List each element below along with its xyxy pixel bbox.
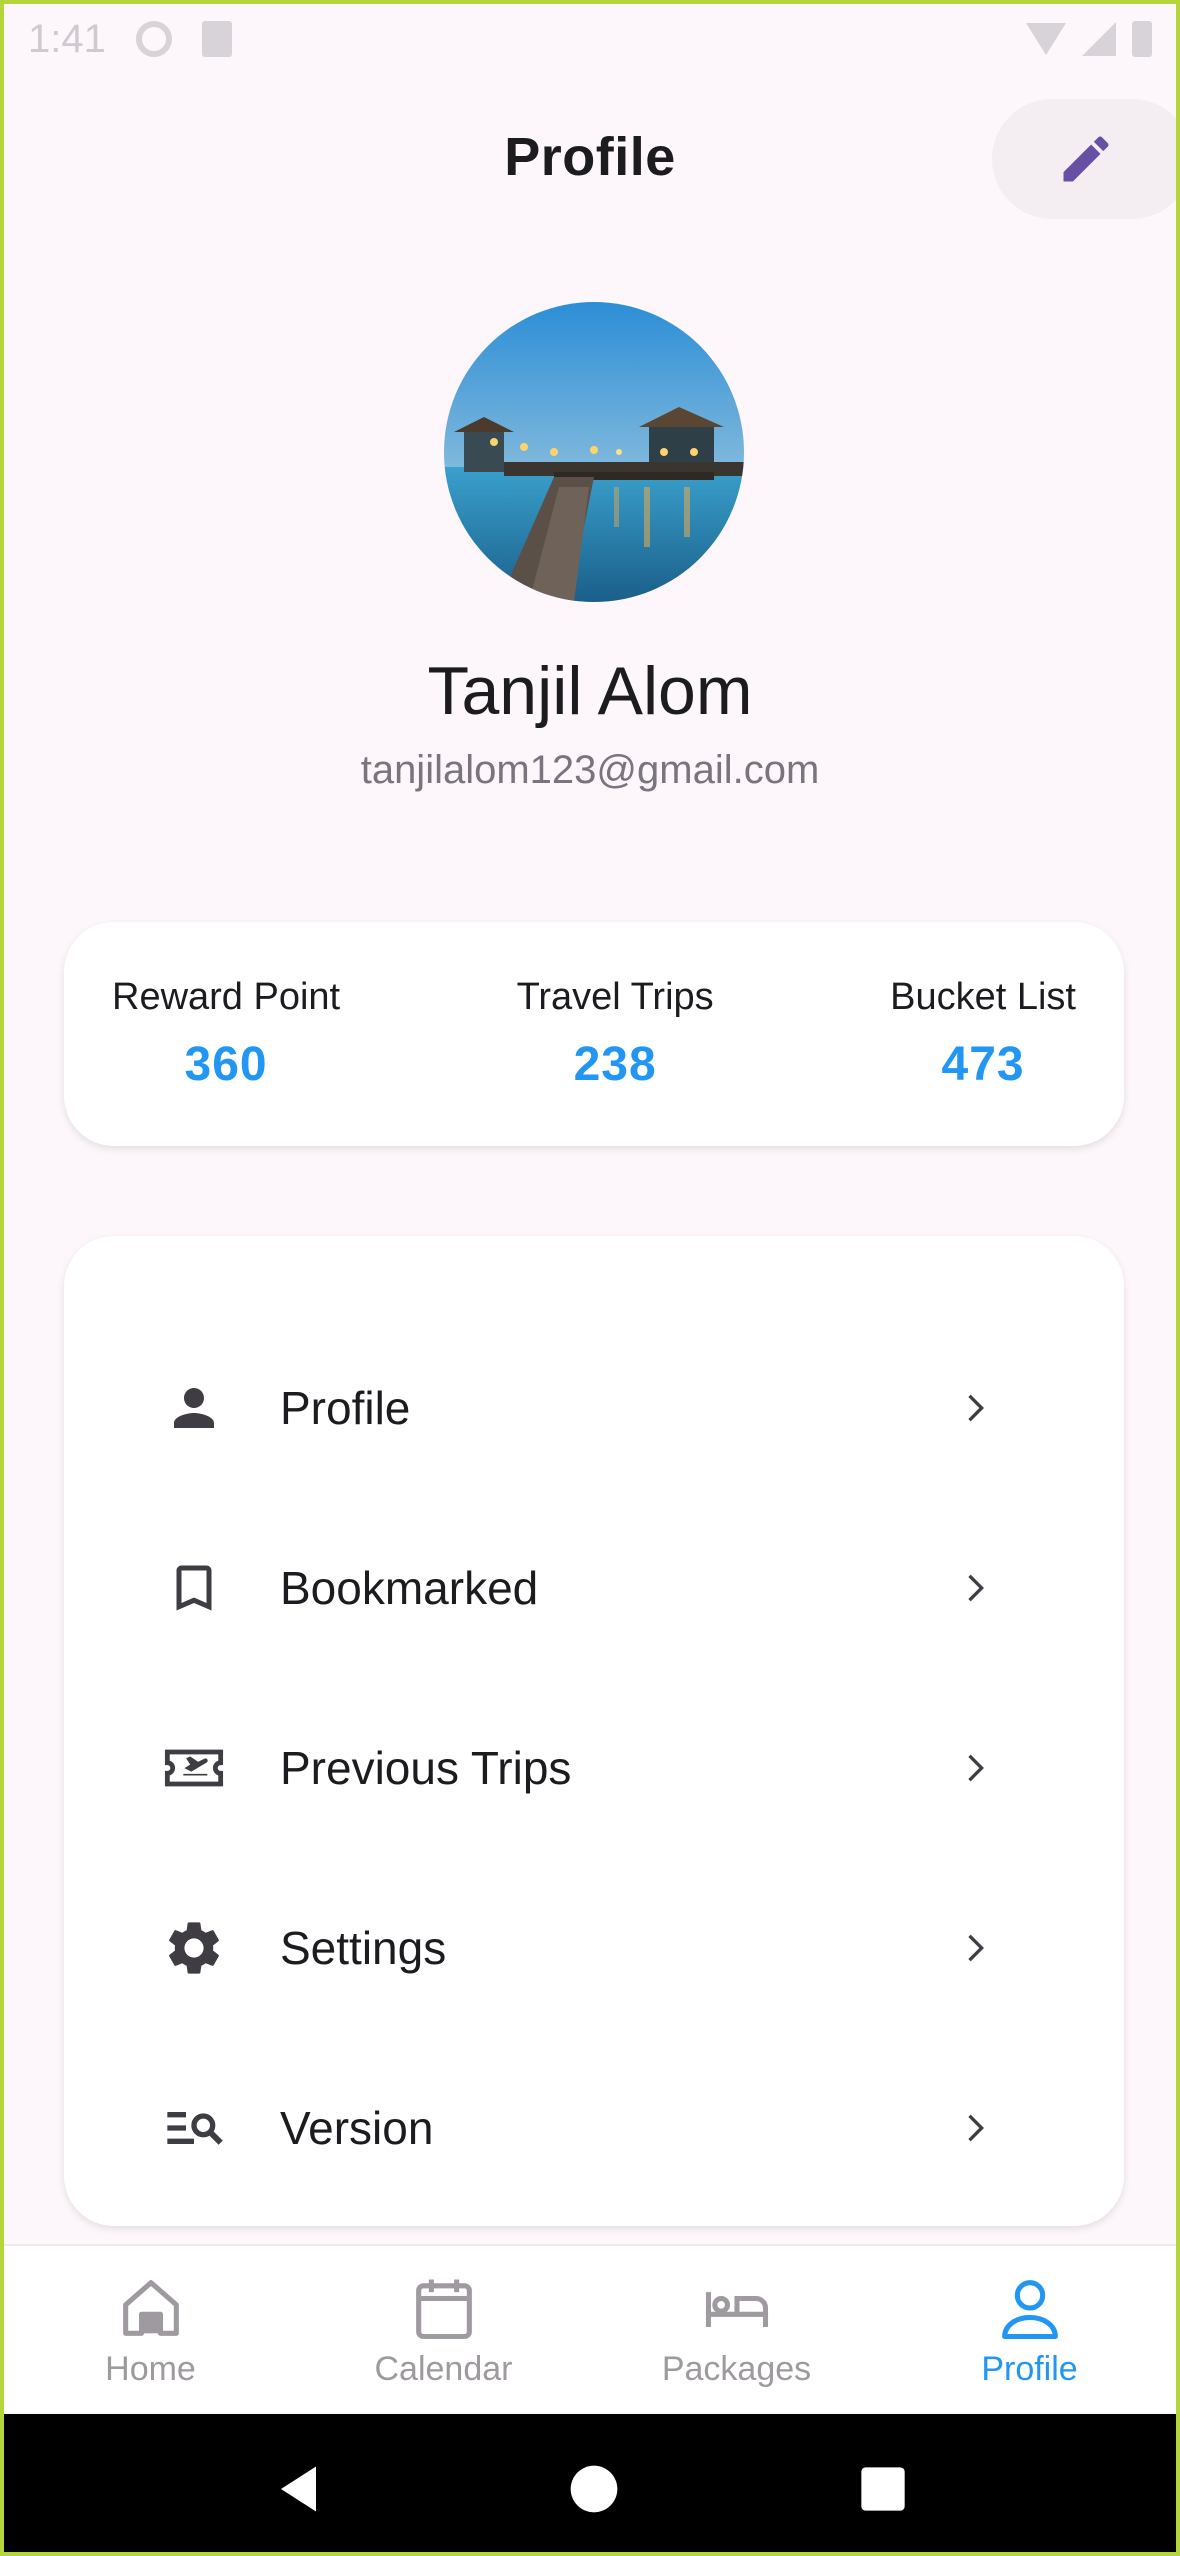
nav-label: Profile	[981, 2349, 1078, 2388]
menu-item-label: Settings	[280, 1922, 447, 1974]
nav-home[interactable]: Home	[4, 2246, 297, 2412]
back-icon[interactable]	[271, 2459, 331, 2519]
sync-icon	[135, 21, 172, 57]
sd-card-icon	[201, 21, 232, 57]
signal-icon	[1082, 22, 1116, 56]
user-name: Tanjil Alom	[427, 653, 753, 729]
pier-at-dusk-photo	[444, 302, 744, 602]
menu-item-label: Profile	[280, 1382, 411, 1434]
stats-card: Reward Point 360 Travel Trips 238 Bucket…	[64, 922, 1124, 1146]
menu-item-label: Bookmarked	[280, 1562, 539, 1614]
person-outline-icon	[1001, 2279, 1058, 2339]
nav-label: Calendar	[374, 2349, 513, 2388]
status-time: 1:41	[28, 16, 106, 61]
gear-icon	[162, 1916, 226, 1980]
stat-value: 238	[573, 1038, 657, 1091]
menu-card: Profile Bookmarked Previous Trips Settin…	[64, 1236, 1124, 2226]
nav-profile[interactable]: Profile	[883, 2246, 1176, 2412]
flight-ticket-icon	[162, 1736, 226, 1800]
list-search-icon	[162, 2096, 226, 2160]
person-icon	[162, 1376, 226, 1440]
battery-icon	[1132, 21, 1152, 57]
menu-item-previous-trips[interactable]: Previous Trips	[64, 1678, 1124, 1858]
menu-item-settings[interactable]: Settings	[64, 1858, 1124, 2038]
chevron-right-icon	[968, 2114, 984, 2142]
pencil-icon	[1063, 136, 1109, 182]
menu-item-bookmarked[interactable]: Bookmarked	[64, 1498, 1124, 1678]
stat-label: Reward Point	[112, 976, 341, 1018]
stat-reward-point[interactable]: Reward Point 360	[112, 976, 340, 1092]
nav-label: Packages	[661, 2349, 812, 2388]
menu-item-version[interactable]: Version	[64, 2038, 1124, 2218]
menu-item-label: Version	[280, 2102, 434, 2154]
status-bar: 1:41	[4, 4, 1176, 74]
stat-label: Travel Trips	[516, 976, 714, 1018]
stat-bucket-list[interactable]: Bucket List 473	[890, 976, 1076, 1092]
bookmark-icon	[162, 1556, 226, 1620]
chevron-right-icon	[968, 1574, 984, 1602]
chevron-right-icon	[968, 1934, 984, 1962]
nav-label: Home	[105, 2349, 196, 2388]
nav-packages[interactable]: Packages	[590, 2246, 883, 2412]
nav-calendar[interactable]: Calendar	[297, 2246, 590, 2412]
bottom-navigation: Home Calendar Packages Profile	[4, 2244, 1176, 2412]
menu-item-label: Previous Trips	[280, 1742, 572, 1794]
chevron-right-icon	[968, 1754, 984, 1782]
chevron-right-icon	[968, 1394, 984, 1422]
profile-screen: 1:41 Profile Tanjil Alom tanjilalom123@g…	[0, 0, 1180, 2556]
stat-value: 360	[184, 1038, 268, 1091]
home-circle-icon[interactable]	[566, 2461, 622, 2517]
recents-icon[interactable]	[857, 2463, 909, 2515]
menu-item-profile[interactable]: Profile	[64, 1318, 1124, 1498]
stat-value: 473	[941, 1038, 1025, 1091]
calendar-icon	[415, 2279, 472, 2339]
home-icon	[122, 2279, 179, 2336]
bed-icon	[705, 2291, 768, 2327]
user-email: tanjilalom123@gmail.com	[360, 748, 820, 792]
wifi-icon	[1026, 23, 1066, 55]
avatar[interactable]	[444, 302, 744, 602]
system-navigation-bar	[4, 2414, 1176, 2552]
stat-label: Bucket List	[890, 976, 1076, 1018]
edit-profile-button[interactable]	[992, 99, 1176, 219]
stat-travel-trips[interactable]: Travel Trips 238	[517, 976, 714, 1092]
